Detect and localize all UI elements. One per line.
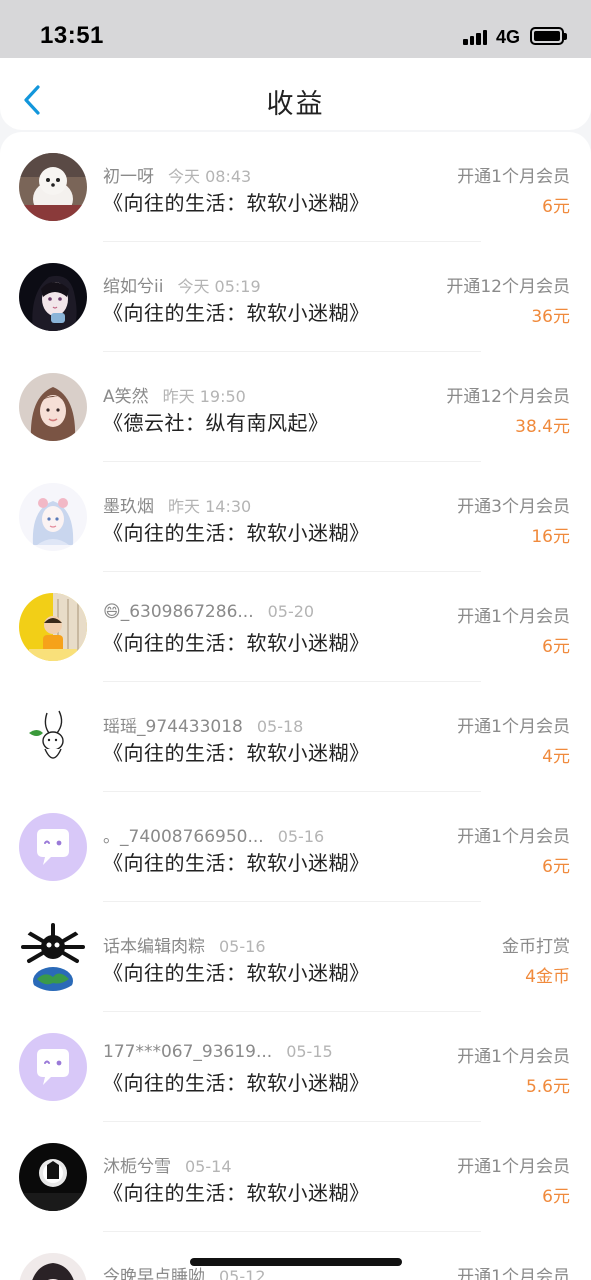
- entry-time: 今天 08:43: [168, 167, 252, 186]
- entry-meta: 绾如兮ii 今天 05:19: [103, 272, 261, 297]
- earning-type: 开通1个月会员: [457, 1157, 570, 1177]
- network-label: 4G: [496, 27, 521, 47]
- status-time: 13:51: [40, 22, 104, 49]
- earning-amount: 6元: [542, 857, 570, 877]
- entry-time: 05-15: [286, 1042, 333, 1061]
- entry-time: 05-12: [219, 1267, 266, 1280]
- earth-bones-avatar[interactable]: [19, 923, 87, 991]
- user-name: 初一呀: [103, 167, 154, 187]
- battery-icon: [530, 27, 567, 45]
- signal-icon: [463, 29, 489, 45]
- earning-type: 开通1个月会员: [457, 717, 570, 737]
- entry-time: 05-18: [256, 717, 304, 736]
- entry-meta: 沐栀兮雪 05-14: [103, 1152, 232, 1177]
- anime-avatar[interactable]: [19, 1253, 87, 1280]
- list-item[interactable]: 今晚早点睡呦 05-12 开通1个月会员: [0, 1232, 591, 1280]
- entry-meta: 😄_6309867286... 05-20: [103, 602, 314, 622]
- earning-type: 开通1个月会员: [457, 607, 570, 627]
- earning-type: 开通12个月会员: [446, 277, 570, 297]
- work-title: 《向往的生活：软软小迷糊》: [103, 631, 370, 655]
- user-name: 😄_6309867286...: [103, 602, 254, 622]
- list-item[interactable]: 沐栀兮雪 05-14 《向往的生活：软软小迷糊》 开通1个月会员 6元: [0, 1122, 591, 1232]
- earning-type: 开通3个月会员: [457, 497, 570, 517]
- work-title: 《向往的生活：软软小迷糊》: [103, 961, 370, 985]
- earning-type: 开通1个月会员: [457, 1047, 570, 1067]
- default-chat-bubble-avatar[interactable]: [19, 1033, 87, 1101]
- user-name: 沐栀兮雪: [103, 1157, 171, 1177]
- user-name: 今晚早点睡呦: [103, 1267, 205, 1280]
- earning-type: 金币打赏: [502, 937, 570, 957]
- list-item[interactable]: A笑然 昨天 19:50 《德云社：纵有南风起》 开通12个月会员 38.4元: [0, 352, 591, 462]
- entry-meta: 。_74008766950... 05-16: [103, 822, 324, 847]
- user-name: 177***067_93619...: [103, 1042, 273, 1062]
- user-name: 绾如兮ii: [103, 277, 164, 297]
- user-name: 墨玖烟: [103, 497, 154, 517]
- woman-photo-avatar[interactable]: [19, 373, 87, 441]
- entry-time: 05-20: [267, 602, 315, 621]
- work-title: 《向往的生活：软软小迷糊》: [103, 191, 370, 215]
- entry-meta: 177***067_93619... 05-15: [103, 1042, 333, 1062]
- list-item[interactable]: 绾如兮ii 今天 05:19 《向往的生活：软软小迷糊》 开通12个月会员 36元: [0, 242, 591, 352]
- entry-time: 05-14: [185, 1157, 232, 1176]
- default-chat-bubble-avatar[interactable]: [19, 813, 87, 881]
- work-title: 《向往的生活：软软小迷糊》: [103, 301, 370, 325]
- list-item[interactable]: 墨玖烟 昨天 14:30 《向往的生活：软软小迷糊》 开通3个月会员 16元: [0, 462, 591, 572]
- entry-meta: 初一呀 今天 08:43: [103, 162, 251, 187]
- work-title: 《向往的生活：软软小迷糊》: [103, 1071, 370, 1095]
- earning-amount: 6元: [542, 197, 570, 217]
- work-title: 《向往的生活：软软小迷糊》: [103, 1181, 370, 1205]
- work-title: 《向往的生活：软软小迷糊》: [103, 741, 370, 765]
- list-item[interactable]: 😄_6309867286... 05-20 《向往的生活：软软小迷糊》 开通1个月…: [0, 572, 591, 682]
- user-name: 话本编辑肉粽: [103, 937, 205, 957]
- earning-type: 开通12个月会员: [446, 387, 570, 407]
- entry-meta: A笑然 昨天 19:50: [103, 382, 246, 407]
- list-item[interactable]: 话本编辑肉粽 05-16 《向往的生活：软软小迷糊》 金币打赏 4金币: [0, 902, 591, 1012]
- nav-bar: 收益: [0, 58, 591, 130]
- entry-time: 今天 05:19: [177, 277, 261, 296]
- earning-type: 开通1个月会员: [457, 167, 570, 187]
- entry-time: 05-16: [277, 827, 325, 846]
- earning-type: 开通1个月会员: [457, 1267, 570, 1280]
- list-item[interactable]: 初一呀 今天 08:43 《向往的生活：软软小迷糊》 开通1个月会员 6元: [0, 132, 591, 242]
- work-title: 《向往的生活：软软小迷糊》: [103, 851, 370, 875]
- list-item[interactable]: 瑶瑶_974433018 05-18 《向往的生活：软软小迷糊》 开通1个月会员 …: [0, 682, 591, 792]
- earning-amount: 38.4元: [515, 417, 570, 437]
- earning-amount: 36元: [531, 307, 570, 327]
- entry-meta: 墨玖烟 昨天 14:30: [103, 492, 251, 517]
- illustration-girl-avatar[interactable]: [19, 483, 87, 551]
- earning-type: 开通1个月会员: [457, 827, 570, 847]
- user-name: A笑然: [103, 387, 149, 407]
- list-item[interactable]: 。_74008766950... 05-16 《向往的生活：软软小迷糊》 开通1个…: [0, 792, 591, 902]
- entry-time: 昨天 14:30: [168, 497, 252, 516]
- anime-girl-avatar[interactable]: [19, 263, 87, 331]
- page-title: 收益: [266, 89, 325, 120]
- dark-scene-avatar[interactable]: [19, 1143, 87, 1211]
- earning-amount: 4元: [542, 747, 570, 767]
- child-photo-avatar[interactable]: [19, 593, 87, 661]
- earnings-list: 初一呀 今天 08:43 《向往的生活：软软小迷糊》 开通1个月会员 6元 绾如兮…: [0, 132, 591, 1280]
- earning-amount: 4金币: [525, 967, 570, 987]
- entry-meta: 话本编辑肉粽 05-16: [103, 932, 266, 957]
- entry-time: 昨天 19:50: [162, 387, 246, 406]
- rabbit-sketch-avatar[interactable]: [19, 703, 87, 771]
- status-bar: 13:51 4G: [0, 0, 591, 58]
- white-dog-avatar[interactable]: [19, 153, 87, 221]
- user-name: 。_74008766950...: [103, 827, 264, 847]
- work-title: 《向往的生活：软软小迷糊》: [103, 521, 370, 545]
- home-indicator[interactable]: [190, 1258, 402, 1266]
- earning-amount: 5.6元: [525, 1077, 570, 1097]
- list-item[interactable]: 177***067_93619... 05-15 《向往的生活：软软小迷糊》 开通…: [0, 1012, 591, 1122]
- entry-meta: 瑶瑶_974433018 05-18: [103, 712, 303, 737]
- earning-amount: 16元: [531, 527, 570, 547]
- earning-amount: 6元: [542, 637, 570, 657]
- earning-amount: 6元: [542, 1187, 570, 1207]
- work-title: 《德云社：纵有南风起》: [103, 411, 329, 435]
- entry-time: 05-16: [219, 937, 266, 956]
- user-name: 瑶瑶_974433018: [103, 717, 243, 737]
